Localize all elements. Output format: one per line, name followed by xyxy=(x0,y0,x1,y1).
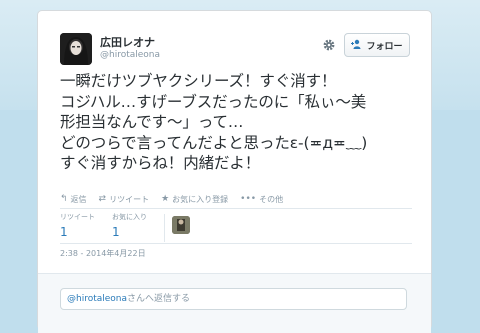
favorite-label: お気に入り登録 xyxy=(172,194,229,204)
favorite-stat[interactable]: お気に入り 1 xyxy=(112,212,147,239)
display-name[interactable]: 広田レオナ xyxy=(100,34,155,50)
tweet-stats: リツイート 1 お気に入り 1 xyxy=(60,212,412,244)
username[interactable]: @hirotaleona xyxy=(100,50,160,60)
favorite-count[interactable]: 1 xyxy=(112,225,147,239)
retweet-stat[interactable]: リツイート 1 xyxy=(60,212,95,239)
divider xyxy=(60,208,412,209)
more-icon: ••• xyxy=(240,194,257,204)
retweet-count[interactable]: 1 xyxy=(60,225,95,239)
favorite-count-label: お気に入り xyxy=(112,213,147,221)
divider xyxy=(60,243,412,244)
follow-user-icon xyxy=(351,39,362,52)
star-icon: ★ xyxy=(161,194,170,204)
tweet-actions: ↰ 返信 ⇄ リツイート ★ お気に入り登録 ••• その他 xyxy=(60,192,283,206)
reply-icon: ↰ xyxy=(60,194,68,204)
more-label: その他 xyxy=(259,194,284,204)
reply-placeholder: さんへ返信する xyxy=(127,294,191,304)
follow-button-label: フォロー xyxy=(366,41,403,52)
follow-button[interactable]: フォロー xyxy=(344,33,410,57)
tweet-header: 広田レオナ @hirotaleona フォロー xyxy=(60,33,420,65)
retweet-action[interactable]: ⇄ リツイート xyxy=(99,194,150,205)
favorite-action[interactable]: ★ お気に入り登録 xyxy=(161,194,228,205)
retweet-count-label: リツイート xyxy=(60,213,95,221)
more-action[interactable]: ••• その他 xyxy=(240,194,283,205)
reply-action[interactable]: ↰ 返信 xyxy=(60,194,87,205)
stats-divider xyxy=(164,214,165,242)
reply-label: 返信 xyxy=(70,194,87,204)
timestamp[interactable]: 2:38 - 2014年4月22日 xyxy=(60,248,146,259)
gear-icon[interactable] xyxy=(322,37,336,51)
retweet-label: リツイート xyxy=(109,194,150,204)
favoriter-avatar[interactable] xyxy=(172,216,190,234)
reply-input[interactable]: @hirotaleonaさんへ返信する xyxy=(60,288,407,310)
reply-area: @hirotaleonaさんへ返信する xyxy=(38,273,431,333)
tweet-text: 一瞬だけツブヤクシリーズ！すぐ消す！ コジハル…すげーブスだったのに「私ぃ〜美 … xyxy=(60,72,368,172)
reply-handle: @hirotaleona xyxy=(67,294,128,304)
tweet-card: 広田レオナ @hirotaleona フォロー 一瞬だけツブヤクシリーズ！すぐ消… xyxy=(37,10,432,333)
avatar[interactable] xyxy=(60,33,92,65)
retweet-icon: ⇄ xyxy=(98,194,107,204)
